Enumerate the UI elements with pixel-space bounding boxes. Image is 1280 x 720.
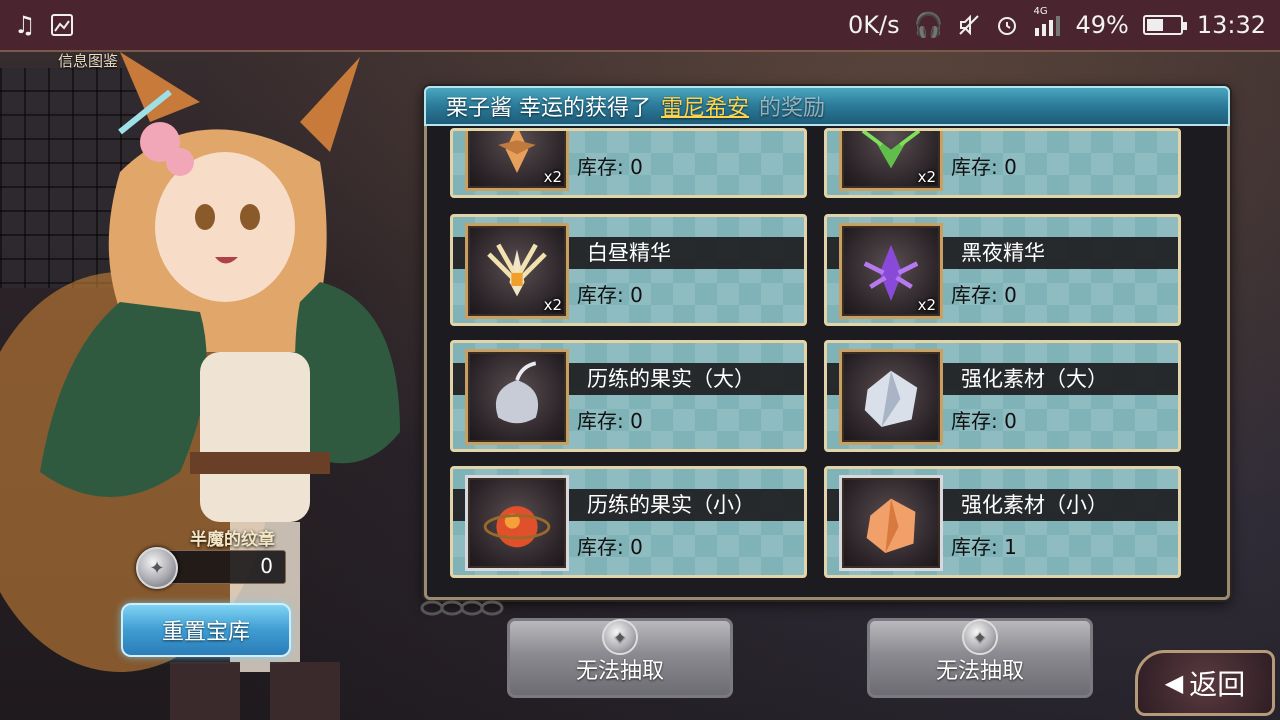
back-arrow-icon: ◀	[1164, 669, 1184, 697]
item-stock: 库存: 0	[951, 283, 1017, 307]
item-icon-frame: x2	[465, 223, 569, 319]
item-stock: 库存: 0	[577, 535, 643, 559]
clock-time: 13:32	[1196, 11, 1266, 39]
item-card[interactable]: x2 库存: 0	[824, 128, 1181, 198]
music-note-icon: ♫	[14, 11, 36, 39]
item-quantity: x2	[543, 296, 562, 314]
item-card[interactable]: 强化素材（大） 库存: 0	[824, 340, 1181, 452]
item-stock: 库存: 0	[951, 409, 1017, 433]
item-stock: 库存: 0	[577, 409, 643, 433]
headphones-icon: 🎧	[913, 11, 944, 39]
item-stock: 库存: 1	[951, 535, 1017, 559]
item-quantity: x2	[917, 296, 936, 314]
back-button[interactable]: ◀ 返回	[1135, 650, 1275, 716]
item-card[interactable]: 历练的果实（大） 库存: 0	[450, 340, 807, 452]
image-icon	[50, 14, 73, 36]
item-card[interactable]: x2 库存: 0	[450, 128, 807, 198]
back-button-label: 返回	[1189, 668, 1246, 701]
header-prefix: 栗子酱 幸运的获得了	[446, 96, 651, 121]
extract-button-label: 无法抽取	[575, 659, 664, 684]
rewards-panel-header: 栗子酱 幸运的获得了 雷尼希安 的奖励	[424, 86, 1230, 126]
silver-fruit-icon	[495, 361, 539, 424]
item-icon-frame: x2	[465, 131, 569, 191]
item-card[interactable]: 白昼精华 x2 库存: 0	[450, 214, 807, 326]
chain-decoration	[420, 600, 504, 616]
item-quantity: x2	[917, 168, 936, 186]
item-stock: 库存: 0	[577, 283, 643, 307]
currency-title: 半魔的纹章	[190, 530, 275, 550]
item-card[interactable]: 历练的果实（小） 库存: 0	[450, 466, 807, 578]
copper-ore-icon	[866, 498, 916, 553]
item-icon-frame: x2	[839, 223, 943, 319]
item-card[interactable]: 强化素材（小） 库存: 1	[824, 466, 1181, 578]
battery-icon	[1142, 15, 1187, 35]
item-card[interactable]: 黑夜精华 x2 库存: 0	[824, 214, 1181, 326]
emblem-coin-icon: ✦	[602, 619, 638, 655]
header-suffix: 的奖励	[759, 96, 826, 121]
extract-button-right[interactable]: ✦ 无法抽取	[867, 618, 1093, 698]
status-bar: ♫ 0K/s 🎧 4G 49% 13:32	[0, 0, 1280, 52]
net-speed: 0K/s	[847, 11, 900, 39]
header-highlight[interactable]: 雷尼希安	[661, 90, 749, 122]
item-icon-frame	[839, 349, 943, 445]
signal-icon	[1035, 16, 1061, 36]
emblem-coin-icon: ✦	[136, 547, 178, 589]
battery-fill	[1146, 19, 1163, 31]
silver-ore-icon	[864, 370, 918, 427]
extract-button-left[interactable]: ✦ 无法抽取	[507, 618, 733, 698]
status-bar-left: ♫	[14, 11, 74, 39]
item-icon-frame	[465, 349, 569, 445]
item-quantity: x2	[543, 168, 562, 186]
item-icon-frame	[465, 475, 569, 571]
battery-percent: 49%	[1075, 11, 1129, 39]
signal-indicator: 4G	[1033, 6, 1061, 36]
item-stock: 库存: 0	[951, 155, 1017, 179]
alarm-icon	[998, 17, 1017, 35]
extract-button-label: 无法抽取	[935, 659, 1024, 684]
item-icon-frame	[839, 475, 943, 571]
reset-vault-button[interactable]: 重置宝库	[121, 603, 291, 657]
item-icon-frame: x2	[839, 131, 943, 191]
network-label: 4G	[1033, 6, 1048, 17]
item-stock: 库存: 0	[577, 155, 643, 179]
ember-fruit-icon	[483, 506, 551, 548]
mute-icon	[959, 14, 980, 36]
emblem-coin-icon: ✦	[962, 619, 998, 655]
status-bar-right: 0K/s 🎧 4G 49% 13:32	[847, 6, 1266, 39]
